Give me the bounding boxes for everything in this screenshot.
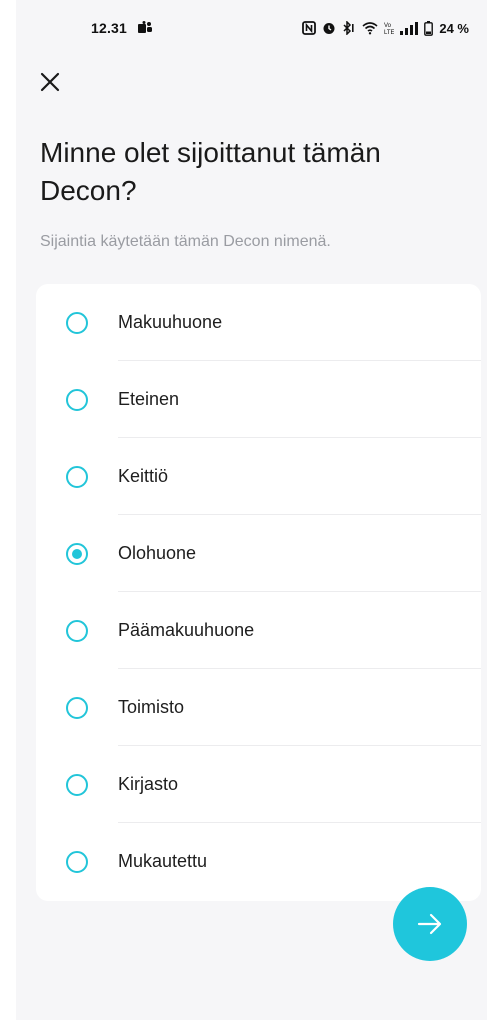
nfc-icon	[302, 21, 317, 35]
status-bar: 12.31 Vo LTE 24 %	[16, 0, 487, 56]
status-time: 12.31	[91, 20, 128, 36]
wifi-icon	[362, 22, 378, 35]
option-paamakuuhuone[interactable]: Päämakuuhuone	[36, 592, 481, 669]
option-toimisto[interactable]: Toimisto	[36, 669, 481, 746]
page-title: Minne olet sijoittanut tämän Decon?	[40, 137, 381, 206]
close-icon	[40, 72, 60, 92]
page-subtitle: Sijaintia käytetään tämän Decon nimenä.	[40, 233, 331, 250]
option-label: Makuuhuone	[118, 312, 223, 332]
radio-button[interactable]	[66, 388, 88, 411]
status-icons: Vo LTE 24 %	[302, 18, 469, 38]
option-mukautettu[interactable]: Mukautettu	[36, 823, 481, 900]
radio-button[interactable]	[66, 465, 88, 488]
radio-button[interactable]	[66, 696, 88, 719]
teams-icon	[138, 21, 152, 33]
option-label: Keittiö	[118, 466, 169, 486]
battery-icon	[424, 20, 434, 36]
radio-button[interactable]	[66, 311, 88, 334]
battery-percentage: 24 %	[439, 20, 469, 36]
svg-text:LTE: LTE	[384, 30, 394, 35]
svg-text:Vo: Vo	[384, 23, 392, 29]
option-kirjasto[interactable]: Kirjasto	[36, 746, 481, 823]
close-button[interactable]	[34, 66, 66, 98]
radio-button[interactable]	[66, 773, 88, 796]
option-makuuhuone[interactable]: Makuuhuone	[36, 284, 481, 361]
alarm-icon	[323, 23, 335, 34]
option-eteinen[interactable]: Eteinen	[36, 361, 481, 438]
arrow-right-icon	[417, 913, 442, 935]
option-olohuone[interactable]: Olohuone	[36, 515, 481, 592]
option-label: Eteinen	[118, 389, 180, 409]
bluetooth-icon	[343, 21, 354, 35]
option-label: Päämakuuhuone	[118, 620, 255, 640]
next-button[interactable]	[393, 887, 467, 961]
radio-button[interactable]	[66, 850, 88, 873]
app-screen: 12.31 Vo LTE 24 % Minne olet sijoittanut…	[16, 0, 487, 1020]
location-options-list: Makuuhuone Eteinen Keittiö Olohuone Pääm…	[36, 284, 481, 901]
option-label: Toimisto	[118, 697, 185, 717]
signal-icon	[400, 22, 419, 35]
option-keittio[interactable]: Keittiö	[36, 438, 481, 515]
option-label: Kirjasto	[118, 774, 179, 794]
volte-icon: Vo LTE	[384, 23, 394, 35]
option-label: Olohuone	[118, 543, 197, 563]
radio-button[interactable]	[66, 619, 88, 642]
option-label: Mukautettu	[118, 851, 208, 871]
radio-button-selected[interactable]	[66, 542, 88, 565]
